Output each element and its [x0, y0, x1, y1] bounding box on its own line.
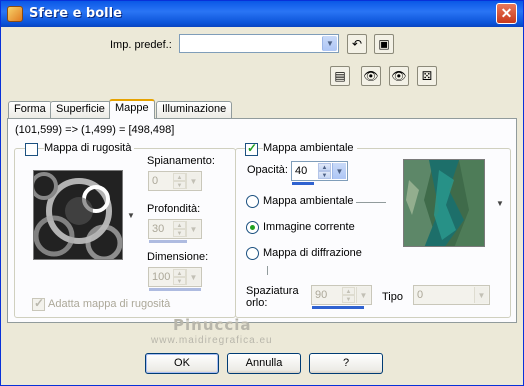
dice-icon: ⚄ — [421, 69, 433, 83]
spinner-arrows-icon[interactable]: ▲ ▼ — [318, 163, 331, 179]
env-map-label: Mappa ambientale — [263, 142, 357, 154]
title-bar[interactable]: Sfere e bolle ✕ — [1, 1, 523, 27]
chevron-down-icon[interactable]: ▼ — [356, 287, 370, 303]
rim-spacing-label: Spaziatura orlo: — [246, 285, 299, 309]
cancel-button[interactable]: Annulla — [227, 353, 301, 374]
tab-illuminazione[interactable]: Illuminazione — [156, 101, 233, 118]
preset-label: Imp. predef.: — [110, 39, 172, 51]
bump-depth-bar — [149, 240, 187, 243]
randomize-button[interactable]: ⚄ — [417, 66, 437, 86]
watermark-url: www.maidiregrafica.eu — [151, 335, 273, 346]
bump-size-label: Dimensione: — [147, 251, 209, 263]
radio-env-map-label: Mappa ambientale — [263, 195, 354, 207]
preview-toggle-button[interactable]: ▤ — [330, 66, 350, 86]
bump-spacing-value: 0 — [152, 175, 159, 187]
opacity-label: Opacità: — [247, 164, 288, 176]
tick-mark — [267, 266, 268, 275]
rim-spacing-value: 90 — [315, 289, 328, 301]
spinner-arrows-icon[interactable]: ▲ ▼ — [173, 269, 186, 285]
bump-size-bar — [149, 288, 201, 291]
radio-current-image[interactable] — [246, 221, 259, 234]
window-title: Sfere e bolle — [29, 6, 122, 21]
adapt-bump-checkbox[interactable] — [32, 296, 45, 311]
preset-select[interactable]: ▼ — [179, 34, 339, 53]
watermark-name: Pinuccia — [173, 316, 252, 334]
chevron-down-icon[interactable]: ▼ — [186, 173, 200, 189]
chevron-down-icon[interactable]: ▼ — [332, 163, 346, 179]
type-value: 0 — [417, 289, 424, 301]
bump-depth-spinner[interactable]: 30 ▲ ▼ ▼ — [148, 219, 202, 239]
env-map-checkbox[interactable] — [245, 141, 258, 156]
coordinates-readout: (101,599) => (1,499) = [498,498] — [15, 124, 175, 136]
chevron-down-icon[interactable]: ▼ — [186, 221, 200, 237]
env-map-thumbnail[interactable] — [403, 159, 485, 247]
spinner-arrows-icon[interactable]: ▲ ▼ — [173, 221, 186, 237]
bump-size-spinner[interactable]: 100 ▲ ▼ ▼ — [148, 267, 202, 287]
rim-spacing-bar — [312, 306, 364, 309]
chevron-down-icon[interactable]: ▼ — [322, 36, 337, 51]
thumbnail-dropdown-arrow[interactable]: ▼ — [496, 199, 504, 208]
bump-depth-value: 30 — [152, 223, 165, 235]
radio-env-map[interactable] — [246, 195, 259, 208]
chevron-down-icon[interactable]: ▼ — [186, 269, 200, 285]
thumbnail-dropdown-arrow[interactable]: ▼ — [127, 211, 135, 220]
reset-preset-button[interactable]: ↶ — [347, 34, 367, 54]
radio-diffraction-map-label: Mappa di diffrazione — [263, 247, 362, 259]
dialog-window: Sfere e bolle ✕ Imp. predef.: ▼ ↶ ▣ ▤ 👁 … — [0, 0, 524, 386]
bump-map-checkbox[interactable] — [25, 143, 38, 156]
adapt-bump-label: Adatta mappa di rugosità — [48, 298, 171, 310]
rim-spacing-spinner[interactable]: 90 ▲ ▼ ▼ — [311, 285, 372, 305]
undo-arrow-icon: ↶ — [351, 37, 363, 51]
close-button[interactable]: ✕ — [496, 3, 517, 24]
app-icon — [7, 6, 23, 22]
tab-forma[interactable]: Forma — [8, 101, 52, 118]
save-preset-button[interactable]: ▣ — [374, 34, 394, 54]
eye-icon: 👁 — [391, 69, 407, 83]
eye-arrow-icon: 👁 — [363, 69, 379, 83]
type-label: Tipo — [382, 291, 403, 303]
env-texture-image — [404, 160, 484, 246]
maps-panel: (101,599) => (1,499) = [498,498] Mappa d… — [7, 118, 517, 323]
spinner-arrows-icon[interactable]: ▲ ▼ — [173, 173, 186, 189]
bump-spacing-label: Spianamento: — [147, 155, 215, 167]
bump-spacing-spinner[interactable]: 0 ▲ ▼ ▼ — [148, 171, 202, 191]
help-button[interactable]: ? — [309, 353, 383, 374]
separator-line — [356, 202, 386, 203]
ok-button[interactable]: OK — [145, 353, 219, 374]
spinner-arrows-icon[interactable]: ▲ ▼ — [342, 287, 355, 303]
radio-current-image-label: Immagine corrente — [263, 221, 355, 233]
env-map-group: Mappa ambientale Opacità: 40 ▲▼ ▼ Mappa … — [235, 141, 511, 318]
window-icon: ▤ — [334, 69, 346, 83]
chevron-down-icon[interactable]: ▼ — [474, 287, 488, 303]
bump-size-value: 100 — [152, 271, 171, 283]
floppy-disk-icon: ▣ — [378, 37, 390, 51]
opacity-bar — [292, 182, 314, 185]
bump-depth-label: Profondità: — [147, 203, 201, 215]
opacity-value: 40 — [295, 165, 308, 177]
bump-map-label: Mappa di rugosità — [44, 142, 135, 154]
auto-proof-button[interactable]: 👁 — [389, 66, 409, 86]
opacity-spinner[interactable]: 40 ▲ ▼ ▼ — [291, 161, 348, 181]
proof-button[interactable]: 👁 — [361, 66, 381, 86]
bump-texture-image — [34, 171, 122, 259]
bump-map-group: Mappa di rugosità ▼ Spianamento: 0 ▲▼ ▼ — [14, 142, 236, 318]
tab-superficie[interactable]: Superficie — [50, 101, 111, 118]
tab-mappe[interactable]: Mappe — [109, 99, 155, 119]
type-select[interactable]: 0 ▼ — [413, 285, 490, 305]
bump-map-thumbnail[interactable] — [33, 170, 123, 260]
radio-diffraction-map[interactable] — [246, 247, 259, 260]
